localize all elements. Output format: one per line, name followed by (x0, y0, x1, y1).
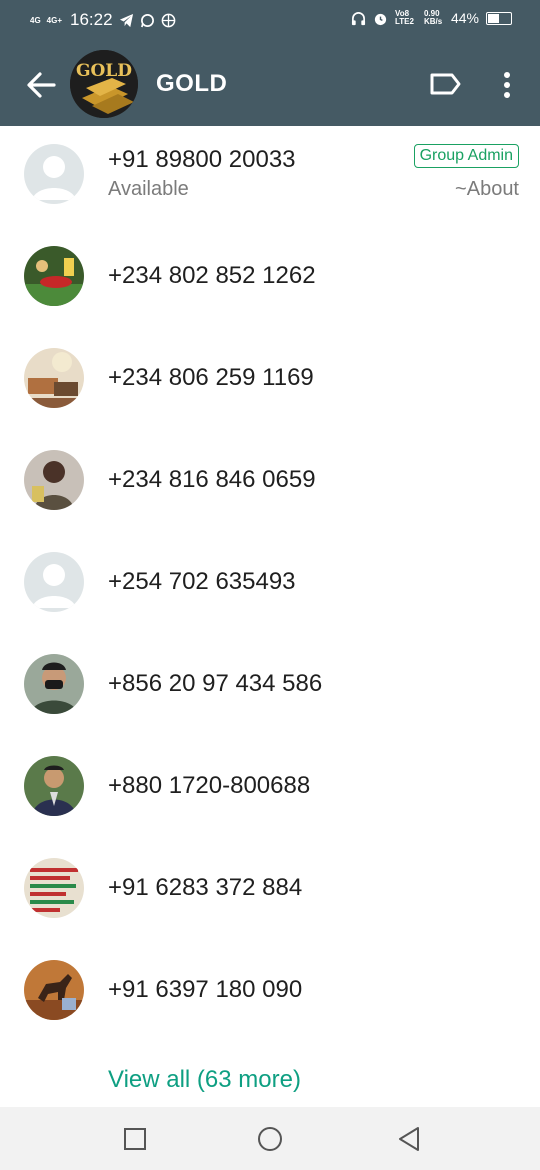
clock: 16:22 (70, 10, 113, 29)
default-avatar-icon (24, 552, 84, 612)
gold-bars-image: GOLD (70, 50, 138, 118)
participant-phone: +880 1720-800688 (108, 772, 311, 799)
participant-row[interactable]: +234 816 846 0659 (0, 432, 540, 534)
group-avatar[interactable]: GOLD (70, 50, 138, 118)
group-title[interactable]: GOLD (156, 70, 227, 98)
alarm-icon (374, 13, 387, 25)
participant-phone: +234 802 852 1262 (108, 262, 316, 289)
participant-row[interactable]: +856 20 97 434 586 (0, 636, 540, 738)
system-nav-bar (0, 1107, 540, 1170)
battery-icon (486, 11, 512, 25)
avatar[interactable] (24, 552, 84, 612)
avatar[interactable] (24, 348, 84, 408)
participant-row[interactable]: +254 702 635493 (0, 534, 540, 636)
participant-phone: +91 6283 372 884 (108, 874, 303, 901)
participant-phone: +234 816 846 0659 (108, 466, 316, 493)
header: 4G 4G+ 16:22 Vo8 LTE2 0.90 KB/s 44% GOLD… (0, 0, 540, 126)
group-avatar-text: GOLD (76, 61, 132, 81)
participant-phone: +91 89800 20033 (108, 146, 296, 173)
masked-person-photo (24, 654, 84, 714)
volte-indicator: Vo8 LTE2 (394, 9, 414, 26)
sim1-signal: 4G (30, 15, 41, 25)
avatar[interactable] (24, 960, 84, 1020)
battery-percent: 44% (450, 10, 479, 26)
person-photo (24, 450, 84, 510)
participant-row[interactable]: +91 6283 372 884 (0, 840, 540, 942)
telegram-icon (119, 13, 133, 27)
soccer-photo (24, 246, 84, 306)
network-speed: 0.90 KB/s (423, 9, 443, 26)
view-all-participants-link[interactable]: View all (63 more) (108, 1066, 301, 1094)
participant-phone: +254 702 635493 (108, 568, 296, 595)
headphones-icon (351, 11, 366, 25)
participant-phone: +856 20 97 434 586 (108, 670, 323, 697)
whatsapp-icon (140, 13, 154, 27)
room-photo (24, 348, 84, 408)
participant-status: Available (108, 178, 189, 200)
avatar[interactable] (24, 144, 84, 204)
avatar[interactable] (24, 246, 84, 306)
horse-photo (24, 960, 84, 1020)
participant-phone: +91 6397 180 090 (108, 976, 303, 1003)
status-bar: 4G 4G+ 16:22 Vo8 LTE2 0.90 KB/s 44% (0, 0, 540, 42)
back-triangle-icon[interactable] (394, 1124, 424, 1154)
participant-phone: +234 806 259 1169 (108, 364, 314, 391)
avatar[interactable] (24, 654, 84, 714)
text-poster-photo (24, 858, 84, 918)
participant-row[interactable]: +234 806 259 1169 (0, 330, 540, 432)
more-options-icon[interactable] (498, 70, 516, 100)
sim2-signal: 4G+ (46, 15, 63, 25)
vpn-icon (161, 13, 175, 27)
participant-row[interactable]: +880 1720-800688 (0, 738, 540, 840)
avatar[interactable] (24, 450, 84, 510)
avatar[interactable] (24, 756, 84, 816)
app-bar: GOLD GOLD (0, 42, 540, 126)
back-arrow-icon[interactable] (24, 68, 58, 102)
default-avatar-icon (24, 144, 84, 204)
participant-row[interactable]: +91 89800 20033 Available Group Admin ~A… (0, 126, 540, 228)
avatar[interactable] (24, 858, 84, 918)
participant-about: ~About (455, 178, 519, 200)
suit-person-photo (24, 756, 84, 816)
home-circle-icon[interactable] (255, 1124, 285, 1154)
recents-square-icon[interactable] (120, 1124, 150, 1154)
participant-row[interactable]: +91 6397 180 090 (0, 942, 540, 1044)
label-tag-icon[interactable] (428, 70, 462, 98)
participant-row[interactable]: +234 802 852 1262 (0, 228, 540, 330)
group-admin-badge: Group Admin (413, 144, 519, 168)
